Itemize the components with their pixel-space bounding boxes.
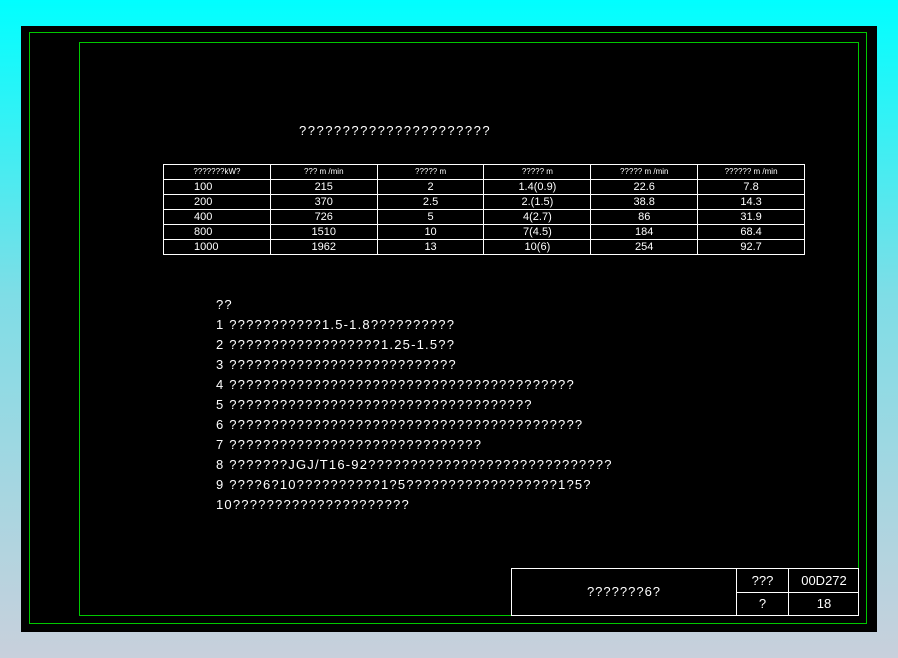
drawing-sheet: ?????????????????????? ???????kW? ??? m … bbox=[21, 26, 877, 632]
table-cell: 31.9 bbox=[697, 209, 805, 225]
page-number: 18 bbox=[816, 596, 832, 611]
table-cell: 800 bbox=[163, 224, 271, 240]
table-cell: 184 bbox=[590, 224, 699, 240]
atlas-label: ??? bbox=[737, 569, 789, 593]
note-line: 10????????????????????? bbox=[216, 497, 410, 512]
column-header: ??? m /min bbox=[269, 164, 378, 180]
table-cell: 38.8 bbox=[590, 194, 699, 210]
column-header: ????? m /min bbox=[590, 164, 699, 180]
table-cell: 726 bbox=[269, 209, 378, 225]
table-cell: 13 bbox=[376, 239, 485, 255]
column-header: ???????kW? bbox=[163, 164, 271, 180]
table-cell: 200 bbox=[163, 194, 271, 210]
note-line: 8 ???????JGJ/T16-92?????????????????????… bbox=[216, 457, 613, 472]
table-cell: 215 bbox=[269, 179, 378, 195]
notes-heading: ?? bbox=[216, 297, 233, 312]
table-cell: 14.3 bbox=[697, 194, 805, 210]
atlas-number: 00D272 bbox=[789, 569, 859, 593]
note-line: 9 ????6?10??????????1?5?????????????????… bbox=[216, 477, 592, 492]
table-cell: 100 bbox=[163, 179, 271, 195]
table-cell: 254 bbox=[590, 239, 699, 255]
note-line: 5 ???????????????????????????????????? bbox=[216, 397, 533, 412]
table-cell: 7(4.5) bbox=[483, 224, 592, 240]
note-line: 6 ??????????????????????????????????????… bbox=[216, 417, 584, 432]
table-cell: 4(2.7) bbox=[483, 209, 592, 225]
title-block-name: ???????6? bbox=[586, 584, 662, 599]
table-cell: 10 bbox=[376, 224, 485, 240]
table-cell: 370 bbox=[269, 194, 378, 210]
table-cell: 1510 bbox=[269, 224, 378, 240]
drawing-title: ?????????????????????? bbox=[299, 123, 492, 138]
note-line: 2 ??????????????????1.25-1.5?? bbox=[216, 337, 456, 352]
title-block: ???????6? ??? 00D272 ? 18 bbox=[511, 568, 859, 616]
table-cell: 68.4 bbox=[697, 224, 805, 240]
table-row: 1000 1962 13 10(6) 254 92.7 bbox=[163, 239, 805, 255]
note-line: 1 ???????????1.5-1.8?????????? bbox=[216, 317, 456, 332]
notes-block: ?? 1 ???????????1.5-1.8?????????? 2 ????… bbox=[216, 295, 613, 515]
table-cell: 2.5 bbox=[376, 194, 485, 210]
note-line: 4 ??????????????????????????????????????… bbox=[216, 377, 575, 392]
table-cell: 1.4(0.9) bbox=[483, 179, 592, 195]
table-header-row: ???????kW? ??? m /min ????? m ????? m ??… bbox=[163, 164, 805, 180]
note-line: 3 ??????????????????????????? bbox=[216, 357, 457, 372]
column-header: ?????? m /min bbox=[697, 164, 805, 180]
table-cell: 1000 bbox=[163, 239, 271, 255]
table-cell: 2 bbox=[376, 179, 485, 195]
table-cell: 22.6 bbox=[590, 179, 699, 195]
page-label: ? bbox=[737, 593, 789, 615]
table-cell: 7.8 bbox=[697, 179, 805, 195]
table-row: 200 370 2.5 2.(1.5) 38.8 14.3 bbox=[163, 194, 805, 210]
table-cell: 1962 bbox=[269, 239, 378, 255]
table-row: 800 1510 10 7(4.5) 184 68.4 bbox=[163, 224, 805, 240]
table-cell: 10(6) bbox=[483, 239, 592, 255]
column-header: ????? m bbox=[483, 164, 592, 180]
table-cell: 5 bbox=[376, 209, 485, 225]
parameter-table: ???????kW? ??? m /min ????? m ????? m ??… bbox=[163, 164, 805, 255]
table-cell: 86 bbox=[590, 209, 699, 225]
table-cell: 400 bbox=[163, 209, 271, 225]
table-row: 100 215 2 1.4(0.9) 22.6 7.8 bbox=[163, 179, 805, 195]
column-header: ????? m bbox=[376, 164, 485, 180]
table-row: 400 726 5 4(2.7) 86 31.9 bbox=[163, 209, 805, 225]
table-cell: 92.7 bbox=[697, 239, 805, 255]
title-block-grid: ??? 00D272 ? 18 bbox=[736, 569, 859, 615]
table-cell: 2.(1.5) bbox=[483, 194, 592, 210]
note-line: 7 ?????????????????????????????? bbox=[216, 437, 483, 452]
